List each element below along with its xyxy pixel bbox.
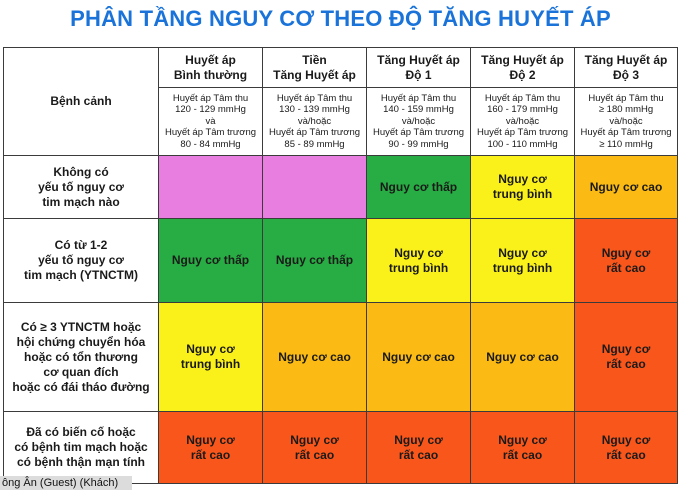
risk-cell: Nguy cơ cao	[366, 302, 471, 412]
risk-cell: Nguy cơ rất cao	[574, 302, 678, 412]
risk-cell: Nguy cơ trung bình	[470, 155, 575, 219]
row-label-3-plus-risk-factors: Có ≥ 3 YTNCTM hoặc hội chứng chuyển hóa …	[3, 302, 159, 412]
col-header-grade-3: Tăng Huyết áp Độ 3	[574, 47, 678, 88]
col-criteria-prehypertension: Huyết áp Tâm thu 130 - 139 mmHg và/hoặc …	[262, 87, 367, 156]
risk-cell: Nguy cơ rất cao	[574, 218, 678, 303]
row-header-label: Bệnh cảnh	[3, 47, 159, 156]
risk-cell	[262, 155, 367, 219]
risk-cell: Nguy cơ rất cao	[574, 411, 678, 484]
col-criteria-grade-1: Huyết áp Tâm thu 140 - 159 mmHg và/hoặc …	[366, 87, 471, 156]
col-header-prehypertension: Tiền Tăng Huyết áp	[262, 47, 367, 88]
risk-cell: Nguy cơ cao	[574, 155, 678, 219]
risk-cell: Nguy cơ trung bình	[366, 218, 471, 303]
col-header-normal: Huyết áp Bình thường	[158, 47, 263, 88]
risk-cell: Nguy cơ thấp	[262, 218, 367, 303]
col-criteria-grade-3: Huyết áp Tâm thu ≥ 180 mmHg và/hoặc Huyế…	[574, 87, 678, 156]
risk-cell: Nguy cơ thấp	[158, 218, 263, 303]
risk-cell: Nguy cơ rất cao	[158, 411, 263, 484]
risk-table: Bệnh cảnh Huyết áp Bình thường Tiền Tăng…	[3, 47, 678, 484]
risk-cell: Nguy cơ cao	[470, 302, 575, 412]
risk-cell: Nguy cơ rất cao	[470, 411, 575, 484]
col-header-grade-1: Tăng Huyết áp Độ 1	[366, 47, 471, 88]
row-label-1-2-risk-factors: Có từ 1-2 yếu tố nguy cơ tim mạch (YTNCT…	[3, 218, 159, 303]
risk-cell: Nguy cơ thấp	[366, 155, 471, 219]
col-header-grade-2: Tăng Huyết áp Độ 2	[470, 47, 575, 88]
risk-cell: Nguy cơ rất cao	[366, 411, 471, 484]
risk-cell	[158, 155, 263, 219]
col-criteria-normal: Huyết áp Tâm thu 120 - 129 mmHg và Huyết…	[158, 87, 263, 156]
col-criteria-grade-2: Huyết áp Tâm thu 160 - 179 mmHg và/hoặc …	[470, 87, 575, 156]
row-label-established-disease: Đã có biến cố hoặc có bệnh tim mạch hoặc…	[3, 411, 159, 484]
guest-participant-label: ông Ân (Guest) (Khách)	[0, 476, 132, 490]
page-title: PHÂN TẦNG NGUY CƠ THEO ĐỘ TĂNG HUYẾT ÁP	[70, 6, 611, 31]
risk-cell: Nguy cơ cao	[262, 302, 367, 412]
risk-cell: Nguy cơ trung bình	[470, 218, 575, 303]
row-label-no-risk-factors: Không có yếu tố nguy cơ tim mạch nào	[3, 155, 159, 219]
risk-cell: Nguy cơ trung bình	[158, 302, 263, 412]
risk-cell: Nguy cơ rất cao	[262, 411, 367, 484]
